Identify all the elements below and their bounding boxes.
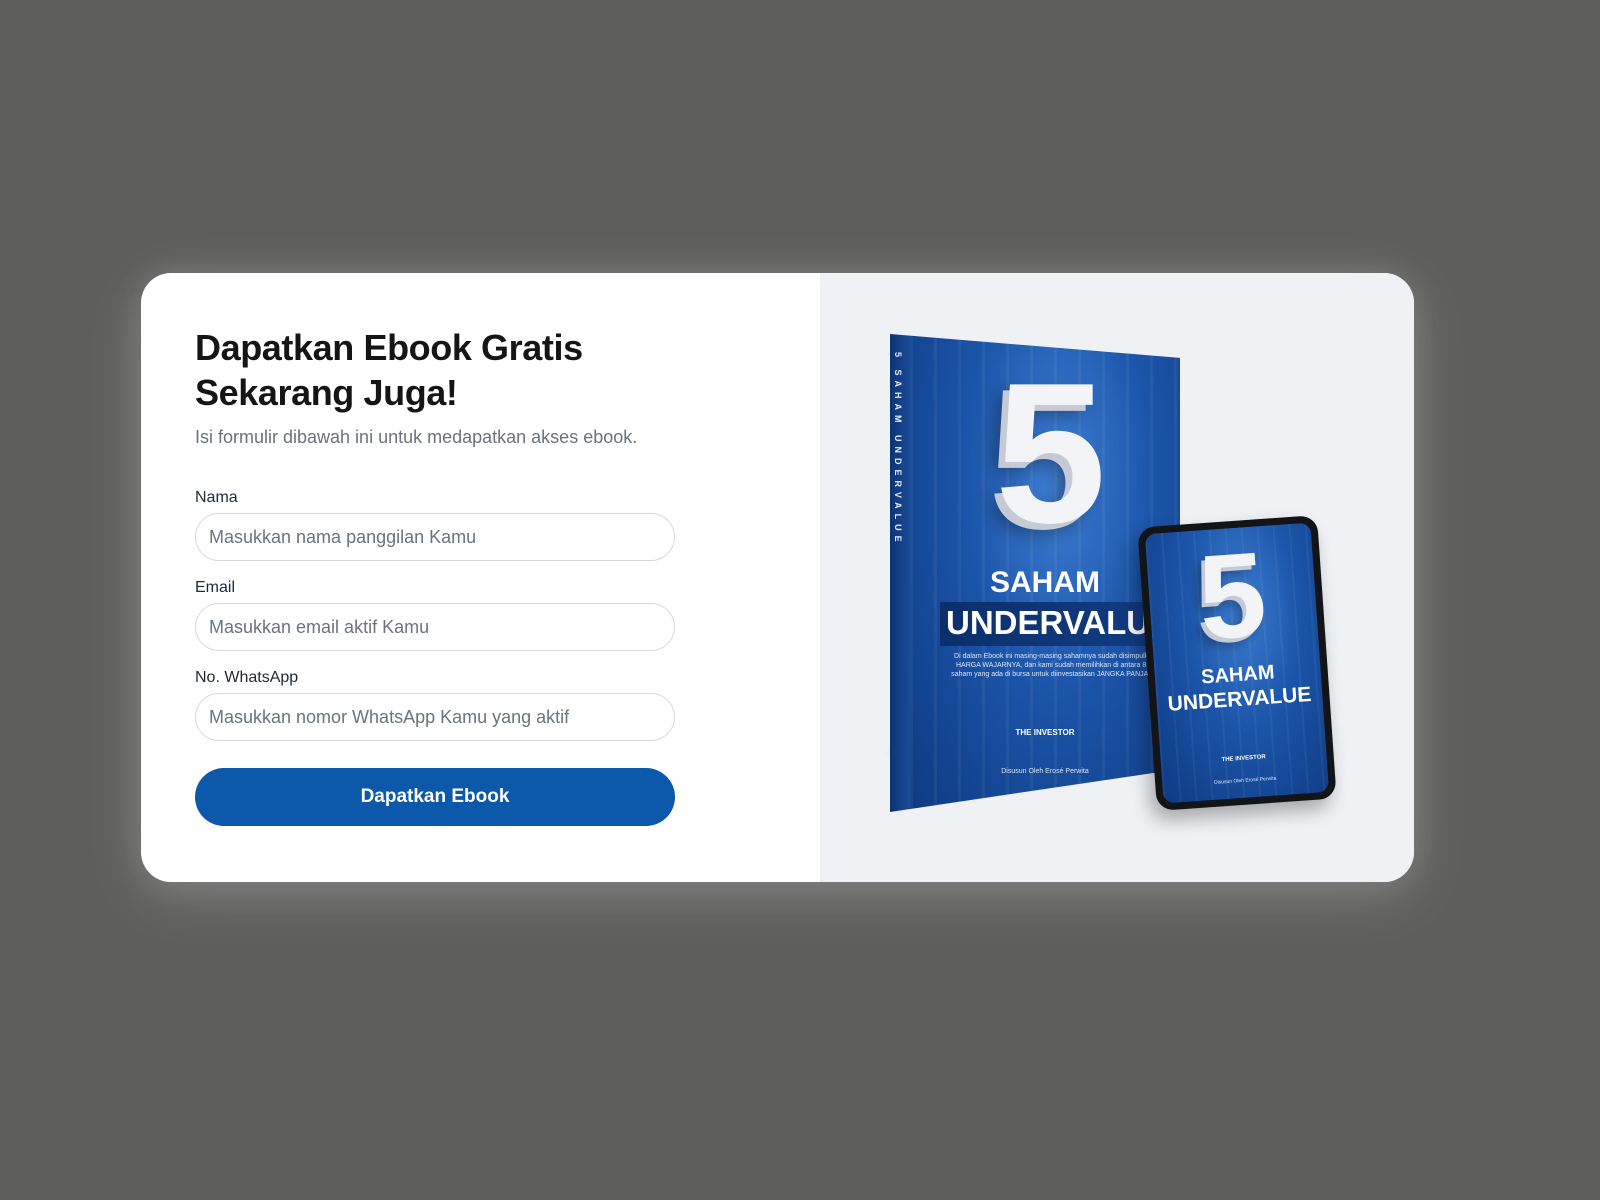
name-input[interactable] xyxy=(195,513,675,561)
whatsapp-field-group: No. WhatsApp xyxy=(195,669,675,741)
ebook-cover: 5 SAHAM UNDERVALUE 5 SAHAM UNDERVALUE Di… xyxy=(890,334,1180,812)
cover-logo: THE INVESTOR xyxy=(1015,728,1075,737)
whatsapp-label: No. WhatsApp xyxy=(195,669,299,686)
cover-author: Disusun Oleh Erosé Perwita xyxy=(1001,768,1089,775)
tablet-screen: 5 SAHAM UNDERVALUE THE INVESTOR Disusun … xyxy=(1144,522,1330,804)
cover-number: 5 xyxy=(995,342,1107,565)
ebook-visual-panel: 5 SAHAM UNDERVALUE 5 SAHAM UNDERVALUE Di… xyxy=(820,273,1414,882)
form-title-line1: Dapatkan Ebook Gratis xyxy=(195,327,583,368)
form-title-line2: Sekarang Juga! xyxy=(195,372,458,413)
email-label: Email xyxy=(195,579,236,596)
name-field-group: Nama xyxy=(195,489,675,561)
cover-description: Di dalam Ebook ini masing-masing sahamny… xyxy=(951,653,1159,678)
book-spine: 5 SAHAM UNDERVALUE xyxy=(890,334,910,812)
tablet-cover-author: Disusun Oleh Erosé Perwita xyxy=(1213,775,1277,786)
email-field-group: Email xyxy=(195,579,675,651)
spine-text: 5 SAHAM UNDERVALUE xyxy=(893,352,903,547)
get-ebook-button[interactable]: Dapatkan Ebook xyxy=(195,768,675,826)
form-title: Dapatkan Ebook Gratis Sekarang Juga! xyxy=(195,325,755,415)
form-subtitle: Isi formulir dibawah ini untuk medapatka… xyxy=(195,427,638,447)
tablet-mockup: 5 SAHAM UNDERVALUE THE INVESTOR Disusun … xyxy=(1137,515,1337,811)
tablet-cover-number: 5 xyxy=(1194,526,1271,666)
email-input[interactable] xyxy=(195,603,675,651)
name-label: Nama xyxy=(195,489,238,506)
signup-form-panel: Dapatkan Ebook Gratis Sekarang Juga! Isi… xyxy=(141,273,820,882)
whatsapp-input[interactable] xyxy=(195,693,675,741)
ebook-signup-card: Dapatkan Ebook Gratis Sekarang Juga! Isi… xyxy=(141,273,1414,882)
tablet-cover-logo: THE INVESTOR xyxy=(1221,754,1266,764)
